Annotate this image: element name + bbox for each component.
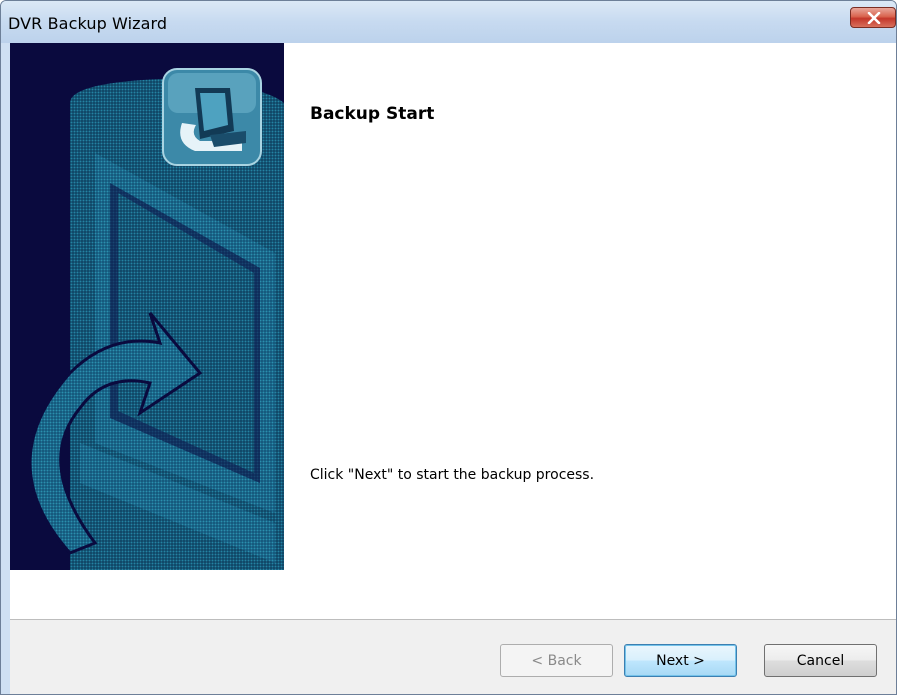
button-bar: < Back Next > Cancel xyxy=(10,619,896,694)
instruction-text: Click "Next" to start the backup process… xyxy=(310,467,595,483)
close-icon xyxy=(867,12,881,24)
window-title: DVR Backup Wizard xyxy=(8,14,168,33)
cancel-button[interactable]: Cancel xyxy=(764,644,877,677)
wizard-client-area: Backup Start Click "Next" to start the b… xyxy=(10,43,896,694)
wizard-banner xyxy=(10,43,284,570)
wizard-window: DVR Backup Wizard Backup Start Click "Ne… xyxy=(0,0,897,695)
page-heading: Backup Start xyxy=(310,104,435,124)
computer-backup-graphic xyxy=(28,68,284,570)
next-button[interactable]: Next > xyxy=(624,644,737,677)
close-button[interactable] xyxy=(850,7,896,28)
title-bar[interactable]: DVR Backup Wizard xyxy=(1,1,896,43)
back-button[interactable]: < Back xyxy=(500,644,613,677)
